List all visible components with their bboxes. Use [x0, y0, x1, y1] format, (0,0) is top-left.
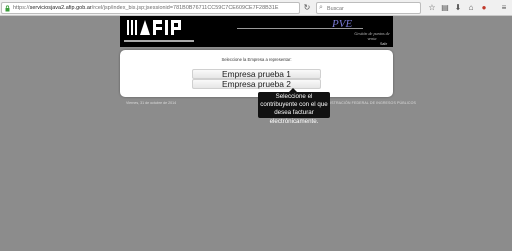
url-text: https://serviciosjava2.afip.gob.ar/rcel/…: [13, 4, 279, 13]
search-input[interactable]: [327, 4, 417, 13]
star-icon[interactable]: ☆: [427, 3, 437, 13]
bookmarks-icon[interactable]: ▤: [440, 3, 450, 13]
afip-logo: [127, 20, 181, 35]
home-icon[interactable]: ⌂: [466, 3, 476, 13]
lock-icon: [5, 5, 10, 12]
logo-tagline-bar: [124, 40, 194, 42]
empresa-button-1[interactable]: Empresa prueba 1: [192, 69, 321, 79]
menu-icon[interactable]: ≡: [499, 3, 509, 13]
browser-toolbar: https://serviciosjava2.afip.gob.ar/rcel/…: [0, 0, 512, 16]
reload-icon[interactable]: ↻: [301, 2, 313, 14]
salir-link[interactable]: Salir: [380, 42, 387, 46]
app-subtitle: Gestión de puntos de venta: [354, 31, 390, 41]
footer-date: Viernes, 31 de octubre de 2014: [126, 101, 177, 105]
url-prefix: https://: [13, 5, 30, 11]
app-header: PVE Gestión de puntos de venta Salir: [120, 16, 393, 47]
search-icon: ⌕: [319, 4, 323, 11]
tooltip: Seleccione el contribuyente con el que d…: [258, 88, 330, 125]
addon-icon[interactable]: ●: [479, 3, 489, 13]
footer-org: ADMINISTRACIÓN FEDERAL DE INGRESOS PÚBLI…: [318, 101, 417, 105]
url-path: /rcel/jsp/index_bis.jsp;jsessionid=781B0…: [91, 5, 279, 11]
url-host: serviciosjava2.afip.gob.ar: [29, 5, 92, 11]
panel-title: Seleccione la Empresa a representar:: [221, 57, 292, 62]
empresa-button-2[interactable]: Empresa prueba 2: [192, 79, 321, 89]
app-name: PVE: [332, 18, 353, 30]
company-selection-panel: Seleccione la Empresa a representar: Emp…: [120, 50, 393, 97]
search-bar[interactable]: ⌕: [316, 2, 421, 14]
address-bar[interactable]: https://serviciosjava2.afip.gob.ar/rcel/…: [1, 2, 300, 14]
download-icon[interactable]: ⬇: [453, 3, 463, 13]
